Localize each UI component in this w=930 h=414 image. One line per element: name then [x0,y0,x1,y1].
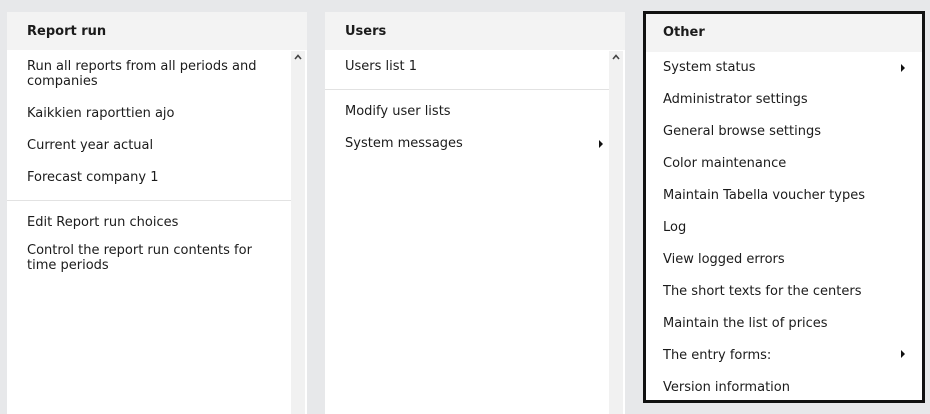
menu-item-log[interactable]: Log [646,212,922,244]
users-list: Users list 1 Modify user lists System me… [325,50,625,160]
menu-item-system-status[interactable]: System status [646,54,922,84]
divider [7,200,291,201]
chevron-up-icon[interactable] [612,53,620,61]
menu-item-view-logged-errors[interactable]: View logged errors [646,244,922,276]
menu-item-kaikkien-raporttien-ajo[interactable]: Kaikkien raporttien ajo [7,98,307,130]
menu-item-users-list-1[interactable]: Users list 1 [325,54,625,83]
users-scrollbar[interactable] [609,51,623,414]
menu-item-run-all-reports[interactable]: Run all reports from all periods and com… [7,54,307,98]
menu-item-modify-user-lists[interactable]: Modify user lists [325,96,625,128]
report-run-list: Run all reports from all periods and com… [7,50,307,282]
chevron-right-icon [901,350,905,358]
menu-item-maintain-tabella-voucher-types[interactable]: Maintain Tabella voucher types [646,180,922,212]
menu-item-current-year-actual[interactable]: Current year actual [7,130,307,162]
report-run-panel: Report run Run all reports from all peri… [7,12,307,414]
chevron-up-icon[interactable] [294,53,302,61]
menu-item-label: The entry forms: [663,348,772,363]
menu-item-entry-forms[interactable]: The entry forms: [646,340,922,372]
menu-item-label: System status [663,60,756,75]
menu-item-version-information[interactable]: Version information [646,372,922,404]
menu-item-maintain-list-of-prices[interactable]: Maintain the list of prices [646,308,922,340]
chevron-right-icon [599,140,603,148]
report-run-scrollbar[interactable] [291,51,305,414]
users-panel: Users Users list 1 Modify user lists Sys… [325,12,625,414]
menu-item-forecast-company-1[interactable]: Forecast company 1 [7,162,307,194]
menu-item-edit-report-run-choices[interactable]: Edit Report run choices [7,207,307,239]
users-title: Users [325,12,625,50]
menu-item-short-texts-for-centers[interactable]: The short texts for the centers [646,276,922,308]
chevron-right-icon [901,64,905,72]
other-panel: Other System status Administrator settin… [643,11,925,403]
menu-item-administrator-settings[interactable]: Administrator settings [646,84,922,116]
other-list: System status Administrator settings Gen… [646,52,922,404]
menu-item-color-maintenance[interactable]: Color maintenance [646,148,922,180]
menu-item-label: System messages [345,136,463,151]
menu-item-system-messages[interactable]: System messages [325,128,625,160]
divider [325,89,609,90]
other-title: Other [646,14,922,52]
menu-item-control-report-run-contents[interactable]: Control the report run contents for time… [7,239,307,282]
menu-item-general-browse-settings[interactable]: General browse settings [646,116,922,148]
report-run-title: Report run [7,12,307,50]
